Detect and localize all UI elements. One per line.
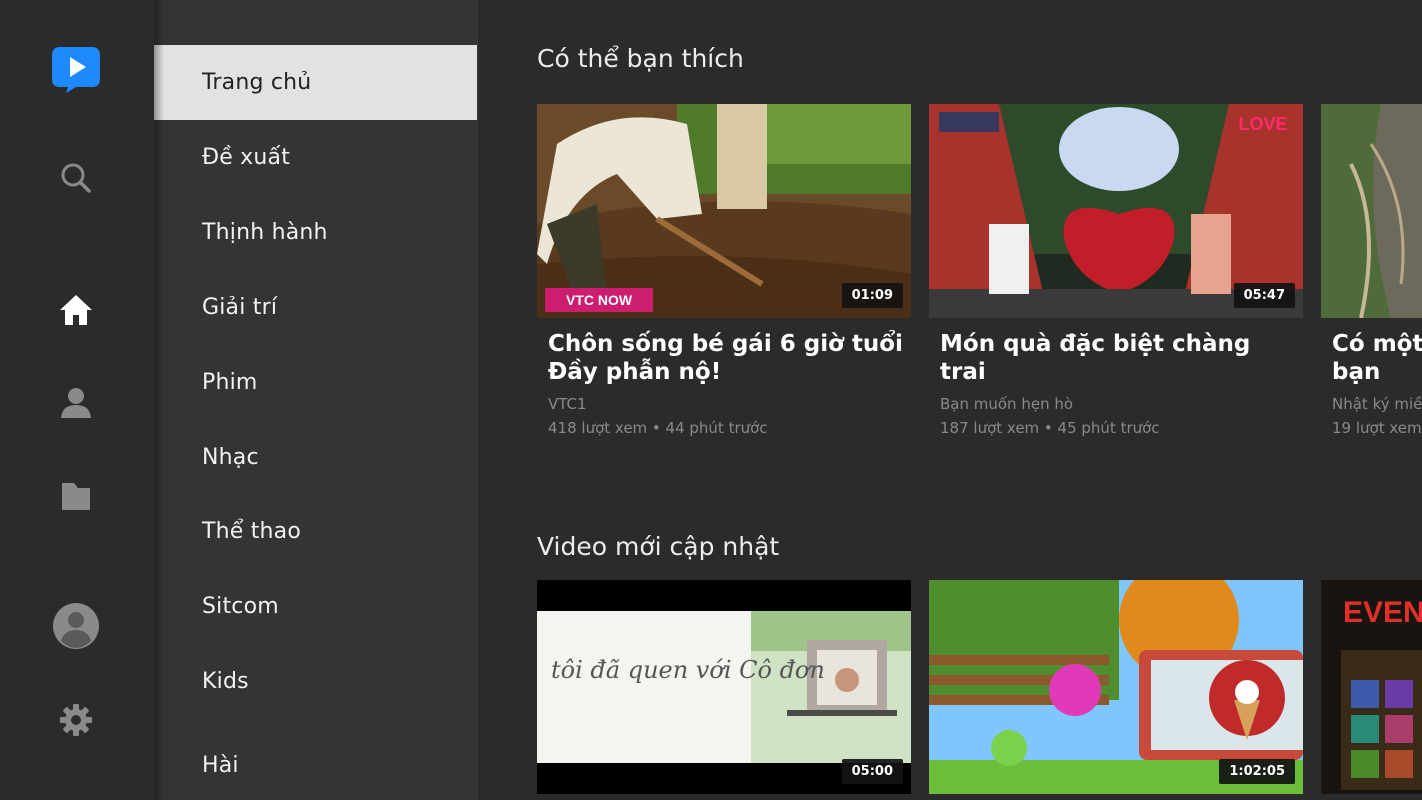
section-title-for-you: Có thể bạn thích: [537, 44, 744, 73]
menu-item-kids[interactable]: Kids: [154, 644, 477, 719]
video-card[interactable]: Có một bạn Nhật ký miề 19 lượt xem: [1321, 104, 1422, 437]
play-logo-icon[interactable]: [50, 43, 102, 95]
menu-item-recommended[interactable]: Đề xuất: [154, 120, 477, 195]
menu-item-sports[interactable]: Thể thao: [154, 494, 477, 569]
menu-item-entertainment[interactable]: Giải trí: [154, 270, 477, 345]
video-channel: Nhật ký miề: [1332, 395, 1422, 413]
duration-badge: 05:47: [1233, 283, 1295, 308]
video-thumbnail[interactable]: VTC NOW 01:09: [537, 104, 911, 318]
user-icon[interactable]: [50, 376, 102, 428]
thumb-text: tôi đã quen với Cô đơn: [551, 656, 825, 684]
video-title: Món quà đặc biệt chàng trai xứ dừa tặng …: [940, 331, 1251, 388]
video-meta: 187 lượt xem • 45 phút trước: [940, 419, 1160, 437]
video-thumbnail[interactable]: LOVE 05:47: [929, 104, 1303, 318]
section-title-new-videos: Video mới cập nhật: [537, 532, 780, 561]
video-meta: 19 lượt xem: [1332, 419, 1422, 437]
menu-item-music[interactable]: Nhạc: [154, 420, 477, 495]
video-channel: VTC1: [548, 395, 587, 413]
menu-item-comedy[interactable]: Hài: [154, 728, 477, 800]
duration-badge: 01:09: [841, 283, 903, 308]
video-card[interactable]: 1:02:05: [929, 580, 1303, 794]
video-title: Có một bạn: [1332, 331, 1422, 385]
folder-icon[interactable]: [50, 470, 102, 522]
video-thumbnail[interactable]: EVEN TẶNG: [1321, 580, 1422, 794]
duration-badge: 05:00: [841, 759, 903, 784]
video-card[interactable]: EVEN TẶNG: [1321, 580, 1422, 794]
home-icon[interactable]: [50, 284, 102, 336]
duration-badge: 1:02:05: [1219, 759, 1295, 784]
thumb-logo: VTC NOW: [566, 292, 633, 308]
menu-item-home[interactable]: Trang chủ: [154, 45, 477, 120]
video-card[interactable]: tôi đã quen với Cô đơn 05:00: [537, 580, 911, 794]
category-menu: Trang chủ Đề xuất Thịnh hành Giải trí Ph…: [154, 0, 478, 800]
video-thumbnail[interactable]: [1321, 104, 1422, 318]
main-content: Có thể bạn thích VTC NOW 01:09 Chôn sống…: [478, 0, 1422, 800]
menu-item-trending[interactable]: Thịnh hành: [154, 195, 477, 270]
video-title: Chôn sống bé gái 6 giờ tuổi Đầy phẫn nộ!: [548, 331, 903, 385]
menu-item-sitcom[interactable]: Sitcom: [154, 569, 477, 644]
video-channel: Bạn muốn hẹn hò: [940, 395, 1074, 413]
video-thumbnail[interactable]: tôi đã quen với Cô đơn 05:00: [537, 580, 911, 794]
video-card[interactable]: LOVE 05:47 Món quà đặc biệt chàng trai x…: [929, 104, 1303, 437]
icon-rail: [0, 0, 154, 800]
thumb-text: EVEN TẶNG: [1343, 595, 1422, 629]
avatar-icon[interactable]: [50, 600, 102, 652]
gear-icon[interactable]: [50, 694, 102, 746]
menu-item-movies[interactable]: Phim: [154, 345, 477, 420]
video-meta: 418 lượt xem • 44 phút trước: [548, 419, 768, 437]
thumb-logo: LOVE: [1238, 114, 1287, 134]
search-icon[interactable]: [50, 152, 102, 204]
video-thumbnail[interactable]: 1:02:05: [929, 580, 1303, 794]
video-card[interactable]: VTC NOW 01:09 Chôn sống bé gái 6 giờ tuổ…: [537, 104, 911, 437]
